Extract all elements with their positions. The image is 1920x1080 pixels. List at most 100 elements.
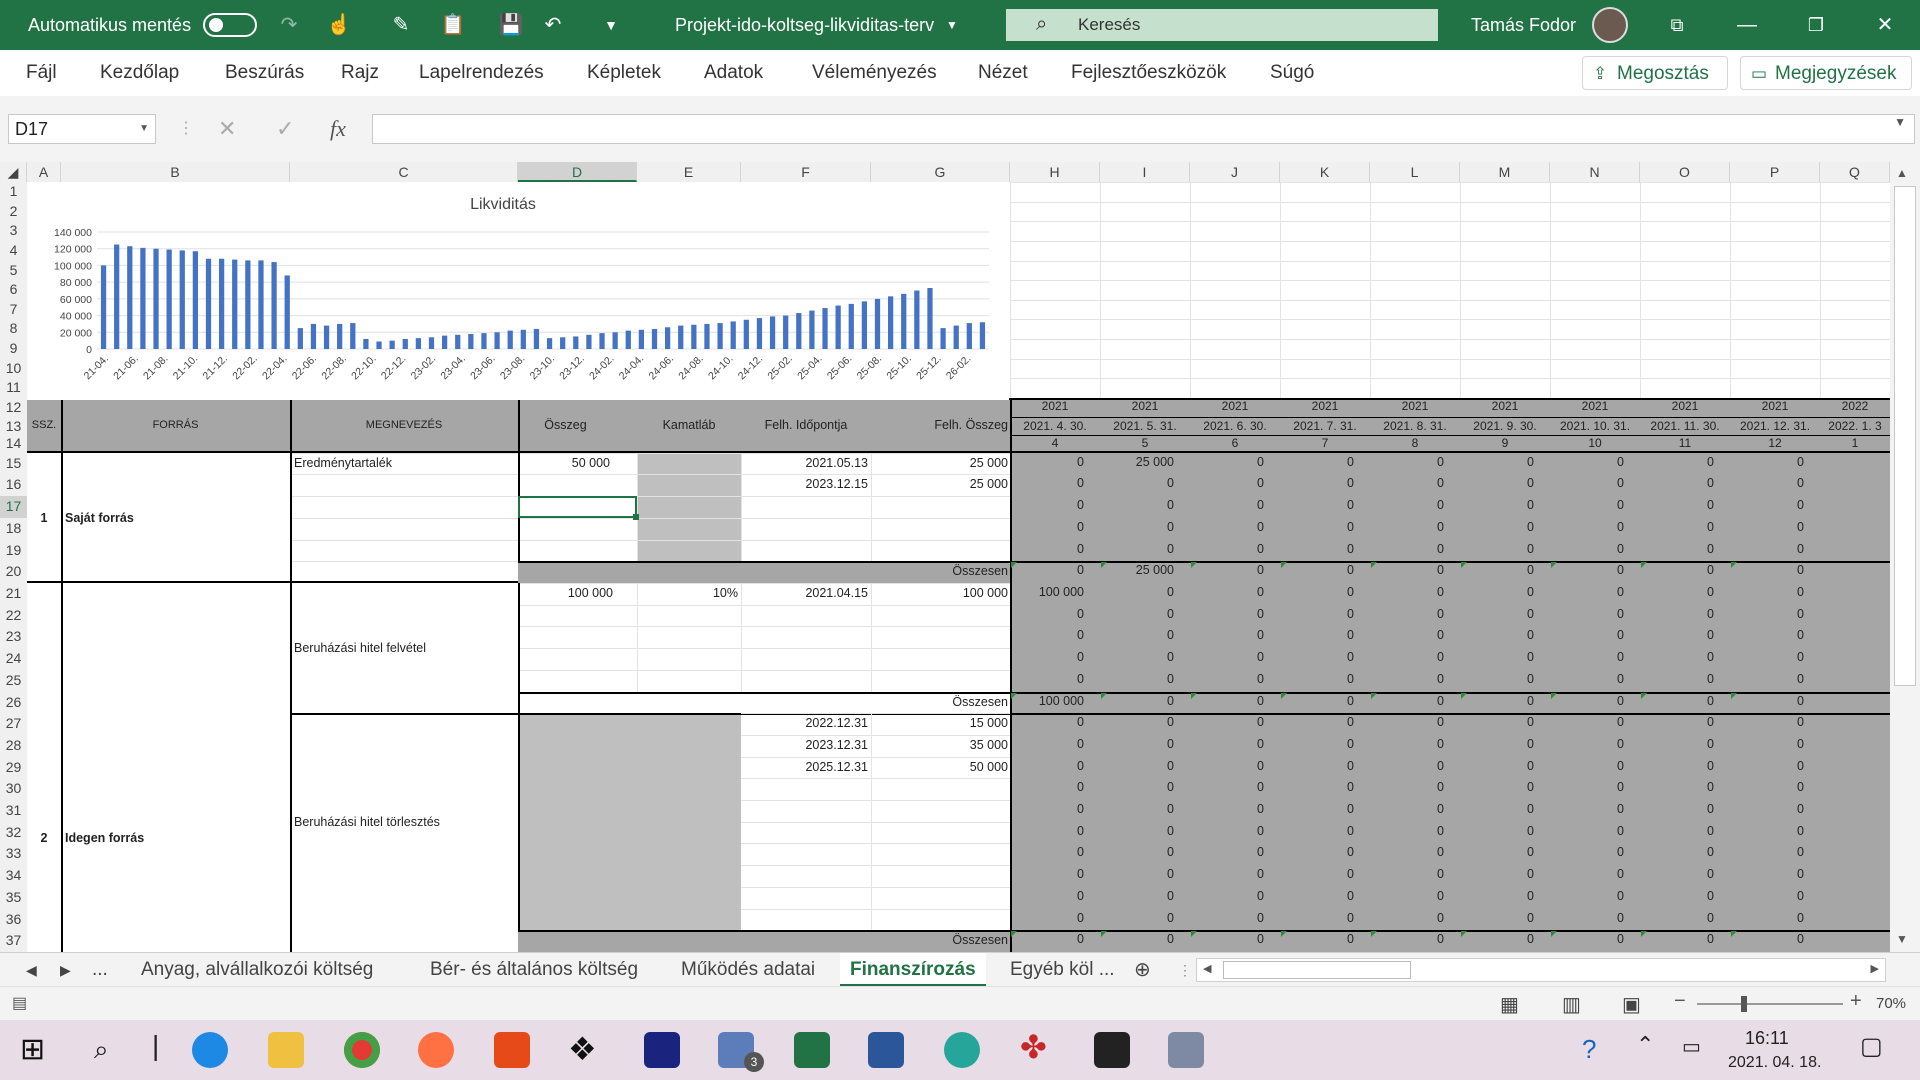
dropbox-icon[interactable]: ❖ [568, 1030, 597, 1068]
timeline-value[interactable]: 0 [1460, 495, 1548, 516]
header-osszeg[interactable]: Összeg [518, 415, 613, 436]
timeline-value[interactable]: 0 [1280, 756, 1368, 777]
timeline-value[interactable]: 0 [1370, 864, 1458, 885]
timeline-value[interactable]: 0 [1730, 625, 1818, 646]
timeline-value[interactable]: 0 [1280, 669, 1368, 690]
timeline-value[interactable]: 0 [1370, 886, 1458, 907]
timeline-value[interactable]: 0 [1460, 452, 1548, 473]
row-header[interactable]: 11 [0, 378, 27, 398]
timeline-value[interactable]: 0 [1010, 604, 1098, 625]
timeline-value[interactable]: 0 [1730, 842, 1818, 863]
timeline-value[interactable]: 0 [1280, 799, 1368, 820]
redo-icon[interactable]: ↷ [276, 12, 302, 38]
timeline-value[interactable]: 0 [1370, 691, 1458, 712]
header-forras[interactable]: FORRÁS [61, 415, 290, 436]
chevron-down-icon[interactable]: ▼ [139, 115, 149, 143]
timeline-value[interactable]: 0 [1280, 604, 1368, 625]
page-layout-view-icon[interactable]: ▥ [1562, 992, 1581, 1017]
zoom-in-icon[interactable]: + [1850, 990, 1862, 1013]
block1-date-2[interactable]: 2023.12.15 [741, 474, 868, 495]
row-header[interactable]: 5 [0, 261, 27, 281]
timeline-year[interactable]: 2021 [1460, 396, 1550, 417]
timeline-value[interactable]: 0 [1370, 821, 1458, 842]
tab-developer[interactable]: Fejlesztőeszközök [1071, 50, 1226, 96]
timeline-value[interactable]: 0 [1640, 495, 1728, 516]
row-header[interactable]: 6 [0, 280, 27, 300]
timeline-value[interactable]: 0 [1010, 886, 1098, 907]
timeline-value[interactable]: 0 [1730, 691, 1818, 712]
timeline-value[interactable]: 0 [1730, 799, 1818, 820]
battery-icon[interactable]: ▭ [1682, 1034, 1701, 1059]
row-header[interactable]: 28 [0, 735, 27, 757]
tab-data[interactable]: Adatok [704, 50, 763, 96]
timeline-value[interactable]: 0 [1190, 691, 1278, 712]
timeline-value[interactable]: 0 [1190, 669, 1278, 690]
col-header-f[interactable]: F [741, 162, 871, 182]
timeline-value[interactable]: 0 [1010, 625, 1098, 646]
timeline-value[interactable]: 0 [1460, 799, 1548, 820]
timeline-value[interactable]: 0 [1280, 886, 1368, 907]
ribbon-display-icon[interactable]: ⧉ [1647, 0, 1707, 50]
timeline-value[interactable]: 0 [1640, 908, 1728, 929]
timeline-value[interactable]: 0 [1370, 908, 1458, 929]
col-header-a[interactable]: A [27, 162, 61, 182]
timeline-value[interactable]: 0 [1370, 473, 1458, 494]
tab-ellipsis[interactable]: ... [92, 953, 108, 987]
timeline-value[interactable]: 0 [1010, 777, 1098, 798]
notifications-icon[interactable]: ▢ [1860, 1032, 1883, 1061]
timeline-value[interactable]: 0 [1190, 799, 1278, 820]
zoom-out-icon[interactable]: − [1674, 990, 1686, 1013]
row-header[interactable]: 17 [0, 496, 27, 518]
scroll-thumb[interactable] [1894, 186, 1916, 686]
timeline-year[interactable]: 2021 [1550, 396, 1640, 417]
header-felh-osszeg[interactable]: Felh. Összeg [871, 415, 1010, 436]
timeline-value[interactable]: 0 [1370, 669, 1458, 690]
timeline-value[interactable]: 0 [1280, 712, 1368, 733]
col-header-l[interactable]: L [1370, 162, 1460, 182]
timeline-value[interactable]: 0 [1190, 712, 1278, 733]
col-header-k[interactable]: K [1280, 162, 1370, 182]
timeline-value[interactable]: 0 [1730, 647, 1818, 668]
cancel-icon[interactable]: ✕ [218, 114, 236, 144]
timeline-value[interactable]: 0 [1460, 777, 1548, 798]
row-header[interactable]: 4 [0, 241, 27, 261]
block1-megnevezes[interactable]: Eredménytartalék [294, 453, 514, 474]
col-header-e[interactable]: E [637, 162, 741, 182]
loan-date[interactable]: 2021.04.15 [741, 583, 868, 604]
timeline-value[interactable]: 0 [1640, 799, 1728, 820]
timeline-value[interactable]: 0 [1100, 473, 1188, 494]
tab-formulas[interactable]: Képletek [587, 50, 661, 96]
tab-view[interactable]: Nézet [978, 50, 1028, 96]
avatar[interactable] [1592, 7, 1628, 43]
zoom-slider[interactable] [1697, 996, 1843, 1012]
timeline-value[interactable]: 0 [1730, 908, 1818, 929]
header-ssz[interactable]: SSZ. [27, 415, 61, 436]
tab-page-layout[interactable]: Lapelrendezés [419, 50, 544, 96]
col-header-q[interactable]: Q [1820, 162, 1890, 182]
clock-date[interactable]: 2021. 04. 18. [1728, 1054, 1821, 1072]
timeline-value[interactable]: 0 [1190, 539, 1278, 560]
timeline-value[interactable]: 0 [1190, 560, 1278, 581]
timeline-value[interactable]: 0 [1010, 734, 1098, 755]
col-header-d[interactable]: D [518, 162, 637, 182]
timeline-value[interactable]: 0 [1370, 756, 1458, 777]
timeline-value[interactable]: 0 [1010, 452, 1098, 473]
col-header-j[interactable]: J [1190, 162, 1280, 182]
timeline-value[interactable]: 0 [1190, 647, 1278, 668]
timeline-value[interactable]: 0 [1010, 929, 1098, 950]
row-header[interactable]: 7 [0, 300, 27, 320]
timeline-value[interactable]: 0 [1460, 473, 1548, 494]
timeline-value[interactable]: 100 000 [1010, 582, 1098, 603]
repay-label[interactable]: Beruházási hitel törlesztés [294, 812, 514, 833]
block1-osszeg[interactable]: 50 000 [518, 453, 613, 474]
block2-number[interactable]: 2 [27, 828, 61, 849]
timeline-value[interactable]: 0 [1370, 539, 1458, 560]
office-icon[interactable] [494, 1032, 530, 1068]
timeline-value[interactable]: 0 [1730, 604, 1818, 625]
timeline-value[interactable]: 0 [1730, 734, 1818, 755]
insert-function-icon[interactable]: fx [330, 114, 346, 144]
block1-amount-2[interactable]: 25 000 [871, 474, 1008, 495]
timeline-value[interactable]: 0 [1370, 777, 1458, 798]
timeline-value[interactable]: 0 [1550, 582, 1638, 603]
repay-amount[interactable]: 15 000 [871, 713, 1008, 734]
